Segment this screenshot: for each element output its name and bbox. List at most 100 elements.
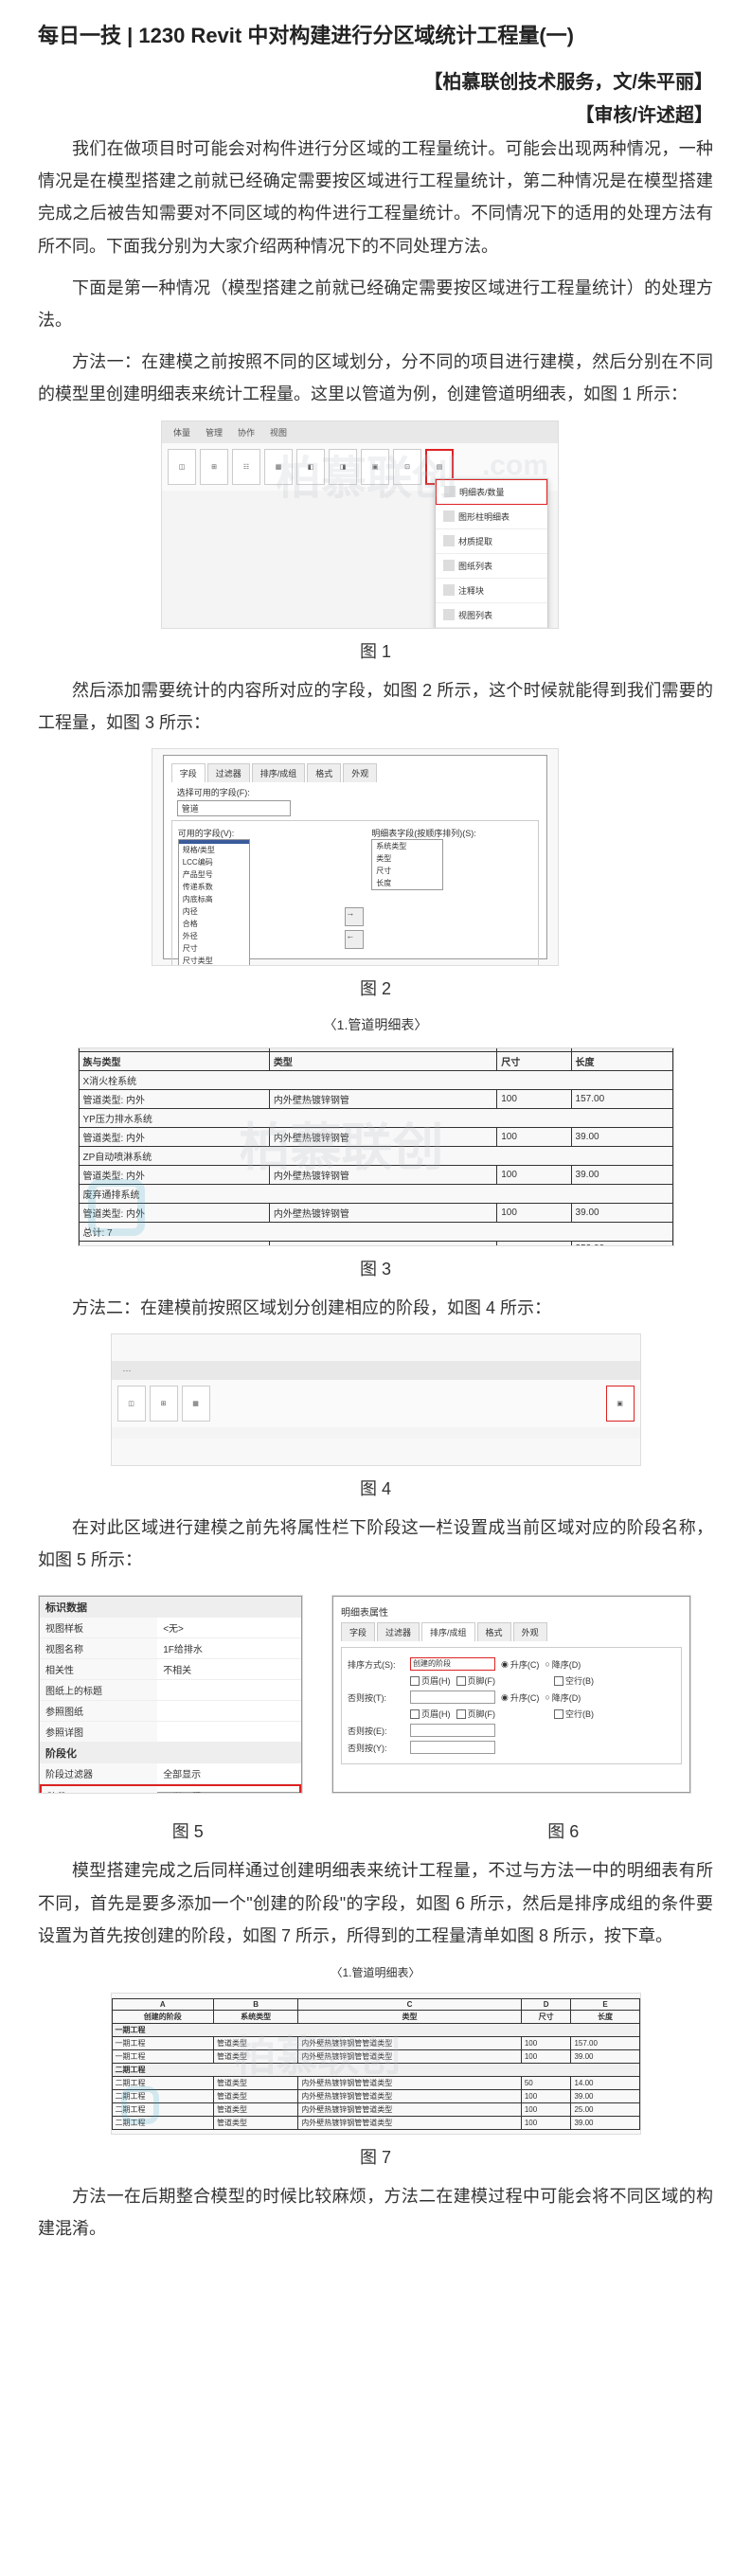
tab-fields[interactable]: 字段 xyxy=(171,763,206,782)
blank-check[interactable]: 空行(B) xyxy=(554,1708,594,1720)
dropdown-item[interactable]: 图纸列表 xyxy=(436,554,547,579)
field-item[interactable]: 长度 xyxy=(372,877,442,889)
tab-filter[interactable]: 过滤器 xyxy=(377,1622,420,1641)
dropdown-item-schedule-qty[interactable]: 明细表/数量 xyxy=(436,479,547,505)
sort-label: 排序方式(S): xyxy=(348,1658,404,1671)
ribbon-button[interactable]: ▣ xyxy=(361,449,389,485)
tab-sort[interactable]: 排序/成组 xyxy=(421,1622,475,1641)
figure-1: 柏慕联创 .com 体量 管理 协作 视图 ◫ ⊞ ☷ ▦ ◧ ◨ ▣ ⊡ ▤ … xyxy=(161,420,559,629)
ribbon-tab[interactable]: 视图 xyxy=(264,424,293,440)
ribbon-tabs: ··· xyxy=(112,1361,640,1380)
dropdown-item[interactable]: 图形柱明细表 xyxy=(436,505,547,529)
remove-button[interactable]: ← xyxy=(345,930,364,949)
watermark-logo xyxy=(121,2086,159,2124)
sort-field-select[interactable]: 创建的阶段 xyxy=(410,1657,495,1671)
phase-button[interactable]: ▣ xyxy=(606,1386,635,1422)
footer-check[interactable]: 页脚(F) xyxy=(456,1674,496,1687)
ribbon-button[interactable]: ▦ xyxy=(264,449,293,485)
table-cell: 内外壁热镀锌钢管 xyxy=(269,1090,496,1109)
add-button[interactable]: → xyxy=(345,907,364,926)
property-value[interactable]: 不相关 xyxy=(157,1659,301,1679)
table-header: 系统类型 xyxy=(214,2010,298,2023)
tab-format[interactable]: 格式 xyxy=(477,1622,511,1641)
schedule-dropdown: 明细表/数量 图形柱明细表 材质提取 图纸列表 注释块 视图列表 xyxy=(435,478,548,629)
schedule-title: 〈1.管道明细表〉 xyxy=(38,1011,713,1038)
table-cell: 100 xyxy=(521,2116,571,2129)
ribbon-button[interactable]: ◨ xyxy=(329,449,357,485)
figure-4: ··· ◫ ⊞ ▦ ▣ xyxy=(111,1333,641,1466)
header-check[interactable]: 页眉(H) xyxy=(410,1708,451,1720)
tab-sort[interactable]: 排序/成组 xyxy=(252,763,306,782)
sort-field-select[interactable] xyxy=(410,1690,495,1704)
field-item[interactable]: 内径 xyxy=(179,905,249,918)
sort-label: 否则按(Y): xyxy=(348,1742,404,1754)
property-value[interactable] xyxy=(157,1680,301,1700)
ribbon-button[interactable]: ⊡ xyxy=(393,449,421,485)
table-row: 一期工程管道类型内外壁热镀锌钢管管道类型10039.00 xyxy=(112,2049,639,2063)
table-header: 长度 xyxy=(571,1052,672,1071)
property-row: 相关性不相关 xyxy=(40,1659,301,1680)
property-value[interactable]: 1F给排水 xyxy=(157,1638,301,1658)
props-section-header: 标识数据 xyxy=(40,1597,301,1618)
revit-ribbon: 体量 管理 协作 视图 ◫ ⊞ ☷ ▦ ◧ ◨ ▣ ⊡ ▤ 明细表/数量 图形柱… xyxy=(162,421,558,628)
property-value[interactable]: <无> xyxy=(157,1618,301,1637)
asc-radio[interactable]: ◉ 升序(C) xyxy=(501,1658,539,1671)
figure-5-caption: 图 5 xyxy=(38,1818,338,1843)
sort-field-select[interactable] xyxy=(410,1741,495,1754)
table-cell: 内外壁热镀锌钢管管道类型 xyxy=(298,2049,522,2063)
field-item[interactable]: 尺寸 xyxy=(179,942,249,955)
category-select[interactable]: 管道 xyxy=(177,800,291,816)
field-item[interactable]: 类型 xyxy=(372,852,442,865)
ribbon-tab[interactable]: 管理 xyxy=(200,424,228,440)
property-value[interactable]: 全部显示 xyxy=(157,1763,301,1783)
ribbon-tab[interactable]: 协作 xyxy=(232,424,260,440)
property-row: 参照详图 xyxy=(40,1722,301,1743)
ribbon-button[interactable]: ◧ xyxy=(296,449,325,485)
field-item[interactable]: 规格/类型 xyxy=(179,844,249,856)
ribbon-tab[interactable]: 体量 xyxy=(168,424,196,440)
field-item[interactable]: 产品型号 xyxy=(179,868,249,881)
ribbon-button[interactable]: ⊞ xyxy=(150,1386,178,1422)
field-item[interactable]: 内底标高 xyxy=(179,893,249,905)
tab-appearance[interactable]: 外观 xyxy=(513,1622,547,1641)
schedule-table: ABCD族与类型类型尺寸长度X消火栓系统管道类型: 内外内外壁热镀锌钢管1001… xyxy=(79,1047,673,1246)
property-label: 参照详图 xyxy=(40,1722,157,1742)
list-icon xyxy=(443,535,455,546)
desc-radio[interactable]: ○ 降序(D) xyxy=(545,1691,581,1704)
figure-4-caption: 图 4 xyxy=(38,1476,713,1500)
blank-check[interactable]: 空行(B) xyxy=(554,1674,594,1687)
ribbon-button[interactable]: ⊞ xyxy=(200,449,228,485)
field-item[interactable]: 系统类型 xyxy=(372,840,442,852)
ribbon-button[interactable]: ◫ xyxy=(117,1386,146,1422)
figure-1-caption: 图 1 xyxy=(38,638,713,663)
property-value[interactable]: 二期工程 xyxy=(157,1786,299,1794)
desc-radio[interactable]: ○ 降序(D) xyxy=(545,1658,581,1671)
sort-row: 否则按(E): xyxy=(348,1724,675,1737)
ribbon-button[interactable]: ◫ xyxy=(168,449,196,485)
dropdown-item[interactable]: 材质提取 xyxy=(436,529,547,554)
tab-appearance[interactable]: 外观 xyxy=(343,763,377,782)
selected-fields-list[interactable]: 系统类型类型尺寸长度 xyxy=(371,839,443,890)
ribbon-tab[interactable]: ··· xyxy=(117,1364,137,1377)
property-value[interactable] xyxy=(157,1722,301,1742)
ribbon-button[interactable]: ☷ xyxy=(232,449,260,485)
field-item[interactable]: 外径 xyxy=(179,930,249,942)
header-check[interactable]: 页眉(H) xyxy=(410,1674,451,1687)
field-item[interactable]: 传递系数 xyxy=(179,881,249,893)
footer-check[interactable]: 页脚(F) xyxy=(456,1708,496,1720)
field-item[interactable]: 合格 xyxy=(179,918,249,930)
tab-format[interactable]: 格式 xyxy=(307,763,341,782)
field-item[interactable]: 尺寸 xyxy=(372,865,442,877)
property-value[interactable] xyxy=(157,1701,301,1721)
tab-filter[interactable]: 过滤器 xyxy=(207,763,250,782)
dropdown-item[interactable]: 注释块 xyxy=(436,579,547,603)
dropdown-item[interactable]: 视图列表 xyxy=(436,603,547,628)
available-fields-list[interactable]: 规格/类型LCC编码产品型号传递系数内底标高内径合格外径尺寸尺寸类型总体大小总长… xyxy=(178,839,250,966)
ribbon-button[interactable]: ▦ xyxy=(182,1386,210,1422)
tab-fields[interactable]: 字段 xyxy=(341,1622,375,1641)
revit-ribbon-phases: ··· ◫ ⊞ ▦ ▣ xyxy=(112,1361,640,1440)
field-item[interactable]: LCC编码 xyxy=(179,856,249,868)
asc-radio[interactable]: ◉ 升序(C) xyxy=(501,1691,539,1704)
field-item[interactable]: 尺寸类型 xyxy=(179,955,249,966)
sort-field-select[interactable] xyxy=(410,1724,495,1737)
